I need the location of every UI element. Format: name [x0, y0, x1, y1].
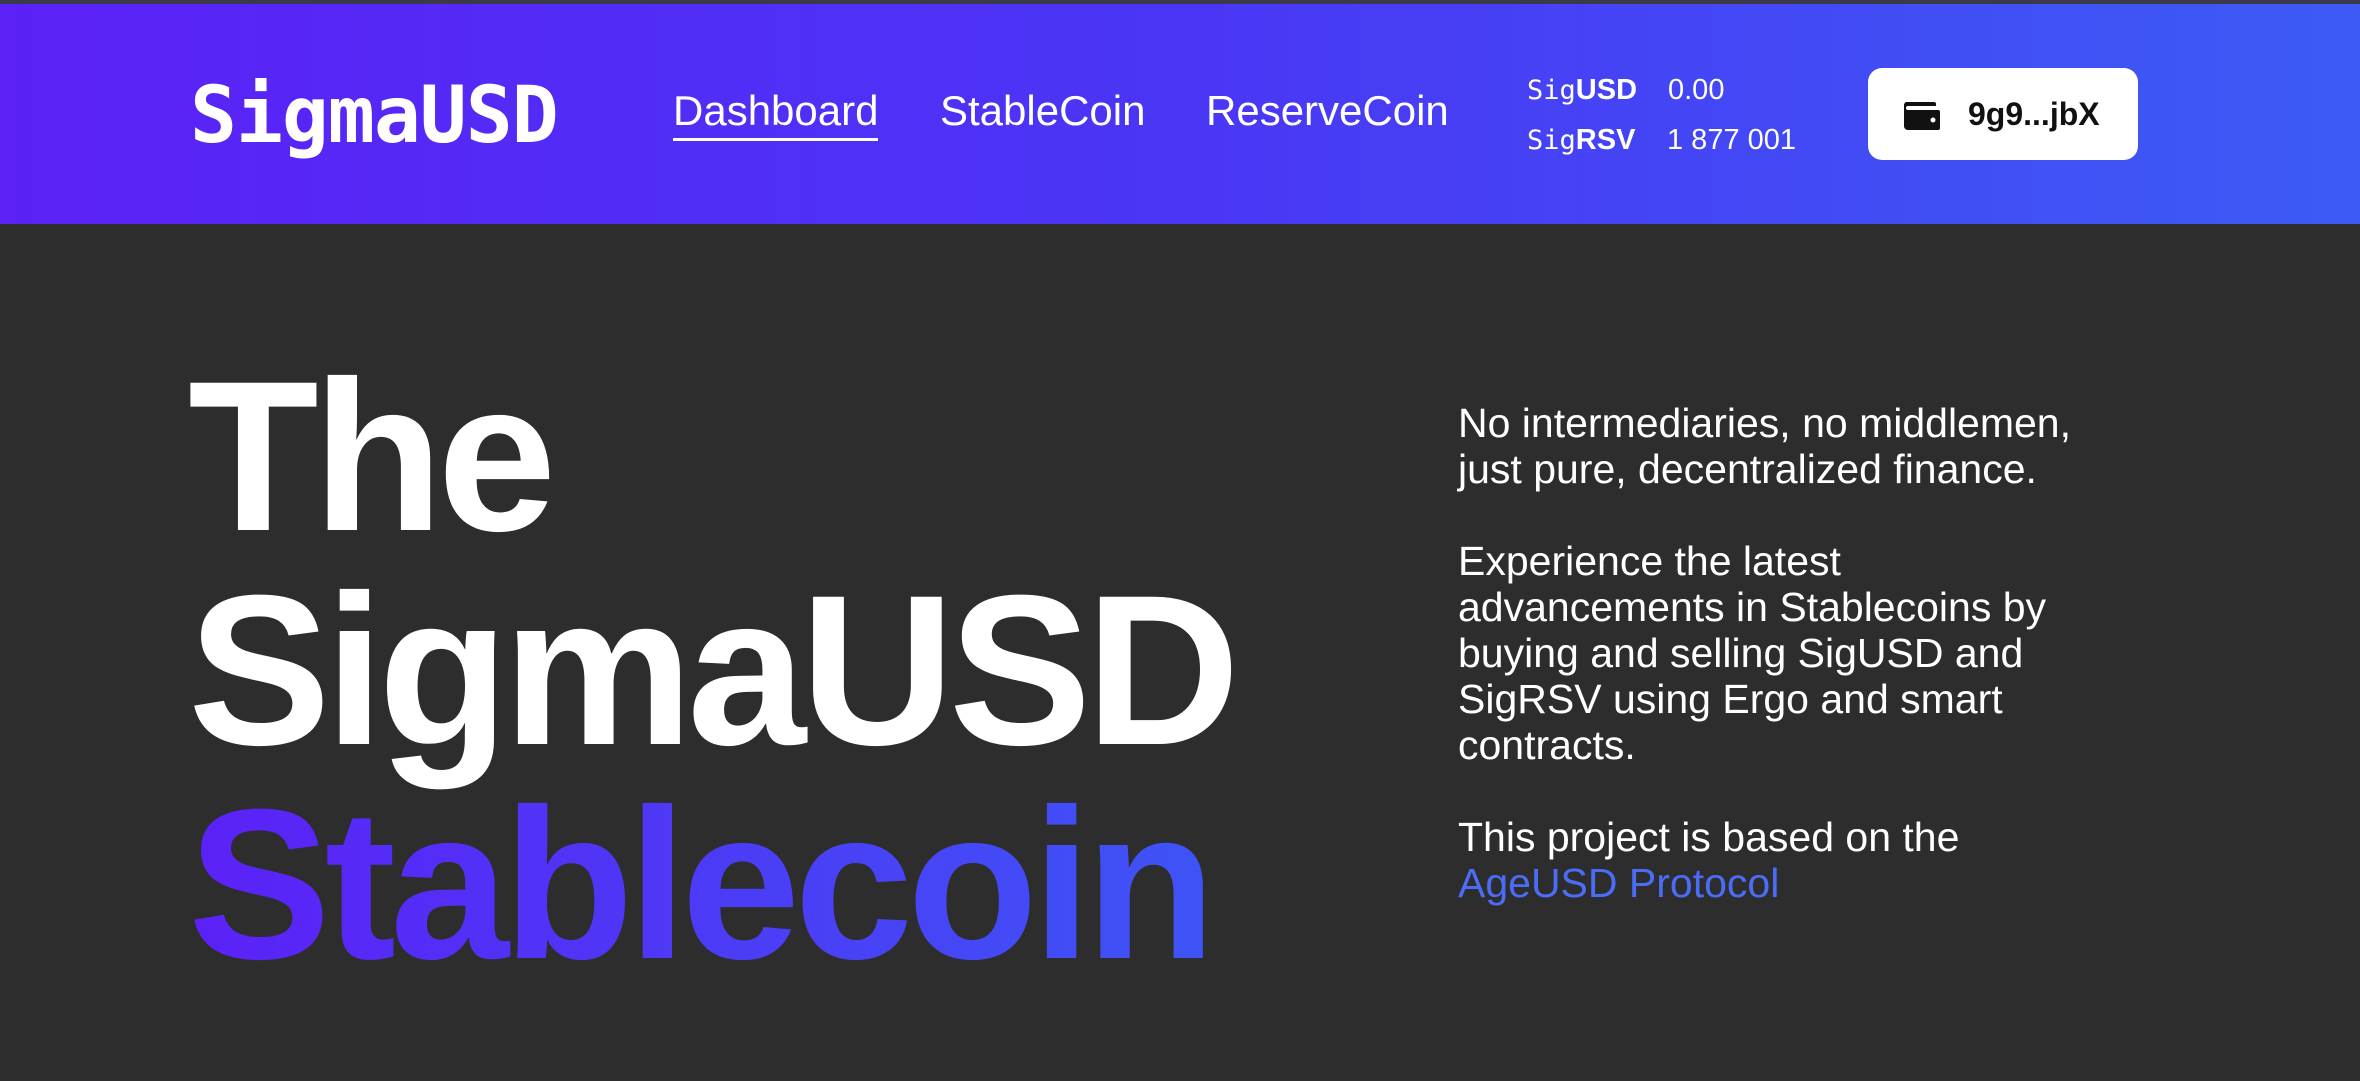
- intro-paragraph-1: No intermediaries, no middlemen, just pu…: [1458, 400, 2071, 492]
- intro-paragraph-3-text: This project is based on the: [1458, 814, 1960, 860]
- intro-paragraph-2: Experience the latest advancements in St…: [1458, 538, 2047, 768]
- balance-name: SigRSV: [1527, 124, 1636, 156]
- wallet-button[interactable]: 9g9...jbX: [1868, 68, 2138, 160]
- balance-name: SigUSD: [1527, 74, 1638, 106]
- hero-line-the: The: [188, 337, 556, 576]
- wallet-address: 9g9...jbX: [1968, 96, 2100, 132]
- balance-value: 0.00: [1668, 74, 1725, 106]
- intro-text: No intermediaries, no middlemen, just pu…: [1458, 400, 2118, 952]
- logo[interactable]: SigmaUSD: [190, 68, 559, 164]
- hero-title: The SigmaUSD Stablecoin: [188, 337, 1240, 992]
- hero-line-sigmausd: SigmaUSD: [188, 551, 1240, 790]
- nav-dashboard[interactable]: Dashboard: [673, 86, 879, 141]
- nav-stablecoin[interactable]: StableCoin: [940, 86, 1145, 136]
- nav-reservecoin[interactable]: ReserveCoin: [1206, 86, 1449, 136]
- header: SigmaUSD Dashboard StableCoin ReserveCoi…: [0, 4, 2360, 224]
- balance-value: 1 877 001: [1667, 124, 1797, 156]
- intro-paragraph-3: This project is based on the AgeUSD Prot…: [1458, 814, 2118, 906]
- hero-line-stablecoin: Stablecoin: [188, 778, 1234, 992]
- wallet-icon: [1903, 102, 1940, 130]
- ageusd-protocol-link[interactable]: AgeUSD Protocol: [1458, 860, 1779, 906]
